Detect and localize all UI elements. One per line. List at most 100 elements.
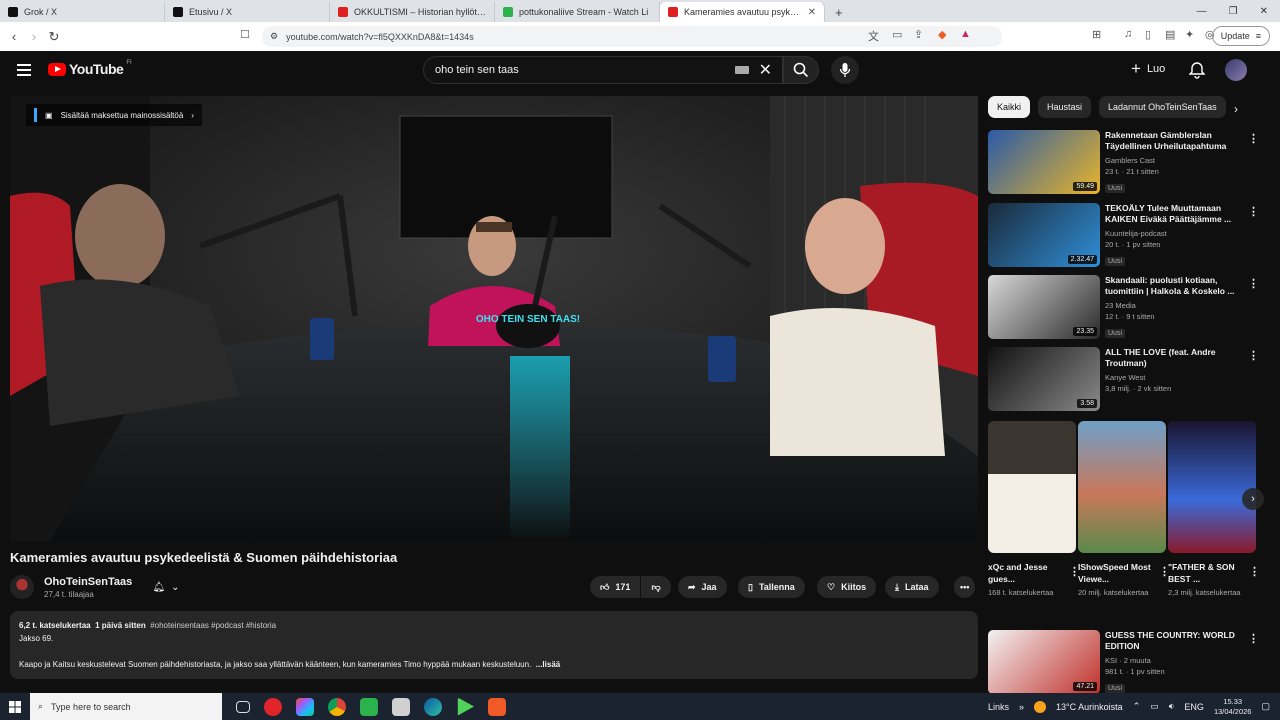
download-button[interactable]: ⤓ Lataa [885, 576, 939, 598]
recommendation-title[interactable]: ALL THE LOVE (feat. Andre Troutman) [1105, 347, 1247, 369]
close-tab-icon[interactable]: ✕ [808, 7, 816, 18]
new-tab-button[interactable]: + [825, 2, 853, 22]
bookmark-icon[interactable]: ☐ [240, 28, 250, 41]
links-toolbar[interactable]: Links [988, 702, 1009, 712]
reload-icon[interactable]: ↻ [44, 29, 64, 45]
network-icon[interactable]: ▭ [1150, 701, 1159, 712]
share-button[interactable]: ➦ Jaa [678, 576, 727, 598]
youtube-logo[interactable]: YouTube FI [48, 60, 132, 77]
taskbar-search[interactable]: ⌕ Type here to search [30, 693, 222, 720]
chrome-icon[interactable] [328, 697, 346, 716]
chip-from-search[interactable]: Haustasi [1038, 96, 1092, 118]
more-vert-icon[interactable]: ⋮ [1248, 277, 1259, 290]
more-actions-button[interactable]: ••• [954, 576, 976, 598]
brave-rewards-icon[interactable]: ▲ [960, 28, 971, 40]
music-icon[interactable]: ♫ [1124, 28, 1132, 40]
sidebar-toggle-icon[interactable]: ▯ [1145, 28, 1151, 41]
opera-icon[interactable] [264, 697, 282, 716]
clear-search-icon[interactable]: ✕ [759, 60, 772, 80]
task-view-icon[interactable] [236, 700, 250, 713]
recommendation-item[interactable]: 47.21 GUESS THE COUNTRY: WORLD EDITION KSI… [988, 630, 1268, 694]
recommendation-item[interactable]: 23.35 Skandaali: puolusti kotiaan, tuomit… [988, 275, 1268, 339]
hashtags[interactable]: #ohoteinsentaas #podcast #historia [150, 621, 276, 630]
shield-app-icon[interactable] [392, 697, 410, 716]
description-box[interactable]: 6,2 t. katselukertaa 1 päivä sitten #oho… [10, 611, 978, 679]
weather-text[interactable]: 13°C Aurinkoista [1056, 702, 1123, 712]
short-item[interactable]: "FATHER & SON BEST ... 2,3 milj. katselu… [1168, 421, 1260, 598]
more-vert-icon[interactable]: ⋮ [1248, 632, 1259, 645]
search-input[interactable]: oho tein sen taas ✕ [423, 56, 783, 84]
share-icon[interactable]: ⇪ [914, 28, 923, 41]
recommendation-title[interactable]: TEKOÄLY Tulee Muuttamaan KAIKEN Eiväkä P… [1105, 203, 1247, 225]
translate-icon[interactable]: 文 [868, 28, 879, 44]
short-thumbnail[interactable] [1078, 421, 1166, 553]
more-vert-icon[interactable]: ⋮ [1248, 349, 1259, 362]
recommendation-title[interactable]: Skandaali: puolusti kotiaan, tuomittiin … [1105, 275, 1247, 297]
browser-tab-kick[interactable]: pottukonaliive Stream - Watch Li [495, 2, 660, 22]
figma-icon[interactable] [296, 697, 314, 716]
short-item[interactable]: IShowSpeed Most Viewe... 20 milj. katsel… [1078, 421, 1170, 598]
shorts-next-button[interactable]: › [1242, 488, 1264, 510]
recommendation-title[interactable]: Rakennetaan Gämblerslan Täydellinen Urhe… [1105, 130, 1247, 152]
notification-center-icon[interactable]: ▢ [1261, 701, 1270, 712]
recommendation-channel[interactable]: KSI · 2 muuta [1105, 655, 1247, 666]
recommendation-channel[interactable]: 23 Media [1105, 300, 1247, 311]
brave-icon[interactable] [488, 697, 506, 716]
browser-tab-active[interactable]: Kameramies avautuu psykede ✕ [660, 2, 825, 22]
recommendation-channel[interactable]: Kuuntelija-podcast [1105, 228, 1247, 239]
close-window-icon[interactable]: ✕ [1260, 6, 1268, 17]
brave-shield-icon[interactable]: ◆ [938, 28, 946, 41]
extension-icon[interactable]: ⊞ [1092, 28, 1101, 41]
video-thumbnail[interactable]: 47.21 [988, 630, 1100, 694]
browser-tab-grok[interactable]: Grok / X [0, 2, 165, 22]
recommendation-item[interactable]: 3.58 ALL THE LOVE (feat. Andre Troutman) K… [988, 347, 1268, 411]
more-vert-icon[interactable]: ⋮ [1248, 132, 1259, 145]
play-app-icon[interactable] [457, 697, 474, 716]
channel-name[interactable]: OhoTeinSenTaas [44, 576, 132, 588]
video-player[interactable]: OHO TEIN SEN TAAS! ▣ Sisältää maksettua … [10, 96, 978, 541]
notifications-bell-icon[interactable] [1189, 61, 1205, 79]
recommendation-channel[interactable]: Gamblers Cast [1105, 155, 1247, 166]
hamburger-menu-icon[interactable] [17, 64, 31, 76]
dislike-button[interactable]: 👎︎ [641, 576, 671, 598]
thanks-button[interactable]: ♡ Kiitos [817, 576, 877, 598]
clock[interactable]: 15.33 13/04/2026 [1214, 697, 1252, 717]
video-thumbnail[interactable]: 3.58 [988, 347, 1100, 411]
leo-ai-icon[interactable]: ✦ [1185, 28, 1194, 41]
chip-all[interactable]: Kaikki [988, 96, 1031, 118]
volume-icon[interactable]: 🔉︎ [1169, 701, 1175, 712]
wallet-icon[interactable]: ▤ [1165, 28, 1175, 41]
chip-from-channel[interactable]: Ladannut OhoTeinSenTaas [1099, 96, 1226, 118]
language-indicator[interactable]: ENG [1184, 702, 1204, 712]
kick-app-icon[interactable] [360, 697, 378, 716]
short-thumbnail[interactable] [1168, 421, 1256, 553]
site-info-icon[interactable]: ⚙ [270, 31, 278, 42]
video-thumbnail[interactable]: 23.35 [988, 275, 1100, 339]
back-icon[interactable]: ‹ [4, 29, 24, 44]
show-more-link[interactable]: ...lisää [536, 660, 560, 669]
keyboard-icon[interactable] [734, 66, 749, 74]
browser-tab-etusivu[interactable]: Etusivu / X [165, 2, 330, 22]
channel-avatar[interactable] [10, 575, 34, 599]
tray-overflow-icon[interactable]: » [1019, 702, 1024, 712]
cast-icon[interactable]: ▭ [892, 28, 902, 41]
video-thumbnail[interactable]: 59.49 [988, 130, 1100, 194]
save-button[interactable]: ▯ Tallenna [738, 576, 805, 598]
url-field[interactable]: ⚙ youtube.com/watch?v=fl5QXXKnDA8&t=1434… [262, 26, 1002, 47]
forward-icon[interactable]: › [24, 29, 44, 44]
short-item[interactable]: xQc and Jesse gues... 168 t. katselukert… [988, 421, 1080, 598]
recommendation-item[interactable]: 59.49 Rakennetaan Gämblerslan Täydellinen… [988, 130, 1268, 194]
paid-promotion-notice[interactable]: ▣ Sisältää maksettua mainossisältöä › [26, 104, 202, 126]
search-button[interactable] [783, 56, 819, 84]
recommendation-channel[interactable]: Kanye West [1105, 372, 1247, 383]
video-thumbnail[interactable]: 2.32.47 [988, 203, 1100, 267]
create-button[interactable]: + Luo [1131, 60, 1165, 77]
like-button[interactable]: 👍︎ 171 [590, 576, 641, 598]
voice-search-button[interactable] [831, 56, 859, 84]
edge-icon[interactable] [424, 697, 442, 716]
more-vert-icon[interactable]: ⋮ [1248, 205, 1259, 218]
more-vert-icon[interactable]: ⋮ [1249, 565, 1260, 578]
chevron-up-icon[interactable]: ⌃ [1133, 701, 1141, 712]
recommendation-title[interactable]: GUESS THE COUNTRY: WORLD EDITION [1105, 630, 1247, 652]
subscribed-bell-button[interactable]: 🔔︎ ⌄ [142, 576, 190, 598]
